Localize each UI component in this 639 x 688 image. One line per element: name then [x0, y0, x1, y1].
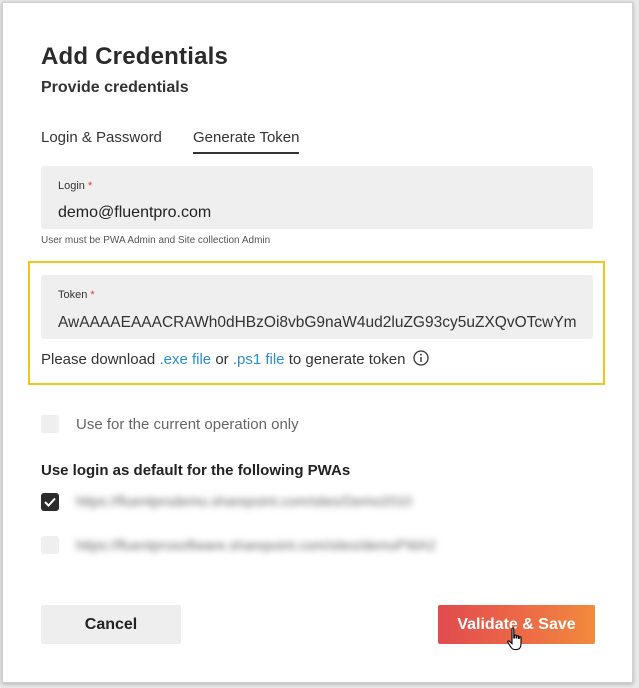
dialog-subtitle: Provide credentials — [41, 79, 189, 96]
token-input[interactable]: AwAAAAEAAACRAWh0dHBzOi8vbG9naW4ud2luZG93… — [58, 314, 577, 332]
login-field[interactable]: Login * demo@fluentpro.com — [41, 166, 593, 229]
pwa-checkbox-2[interactable] — [41, 536, 59, 554]
current-operation-label: Use for the current operation only — [76, 416, 299, 433]
pwa-checkbox-1[interactable] — [41, 493, 59, 511]
exe-file-link[interactable]: .exe file — [159, 351, 211, 368]
login-label: Login * — [58, 180, 93, 192]
ps1-file-link[interactable]: .ps1 file — [233, 351, 285, 368]
tab-login-password[interactable]: Login & Password — [41, 129, 162, 152]
info-icon[interactable] — [412, 350, 429, 370]
token-label: Token * — [58, 289, 95, 301]
required-mark: * — [90, 289, 95, 301]
pwa-url-2: https://fluentprosoftware.sharepoint.com… — [76, 537, 436, 553]
download-prefix: Please download — [41, 351, 156, 368]
download-or: or — [215, 351, 229, 368]
required-mark: * — [87, 180, 93, 192]
tab-generate-token[interactable]: Generate Token — [193, 129, 300, 154]
hand-cursor-icon — [506, 627, 526, 658]
cancel-button[interactable]: Cancel — [41, 605, 181, 644]
login-hint: User must be PWA Admin and Site collecti… — [41, 235, 271, 246]
pwa-section-title: Use login as default for the following P… — [41, 462, 351, 479]
dialog-title: Add Credentials — [41, 43, 229, 70]
pwa-url-1: https://fluentprodemo.sharepoint.com/sit… — [76, 493, 413, 509]
login-input[interactable]: demo@fluentpro.com — [58, 204, 581, 222]
token-field[interactable]: Token * AwAAAAEAAACRAWh0dHBzOi8vbG9naW4u… — [41, 275, 593, 339]
download-instructions: Please download .exe file or .ps1 file t… — [41, 350, 429, 370]
download-suffix: to generate token — [288, 351, 406, 368]
add-credentials-dialog: Add Credentials Provide credentials Logi… — [2, 2, 633, 683]
current-operation-checkbox[interactable] — [41, 415, 59, 433]
